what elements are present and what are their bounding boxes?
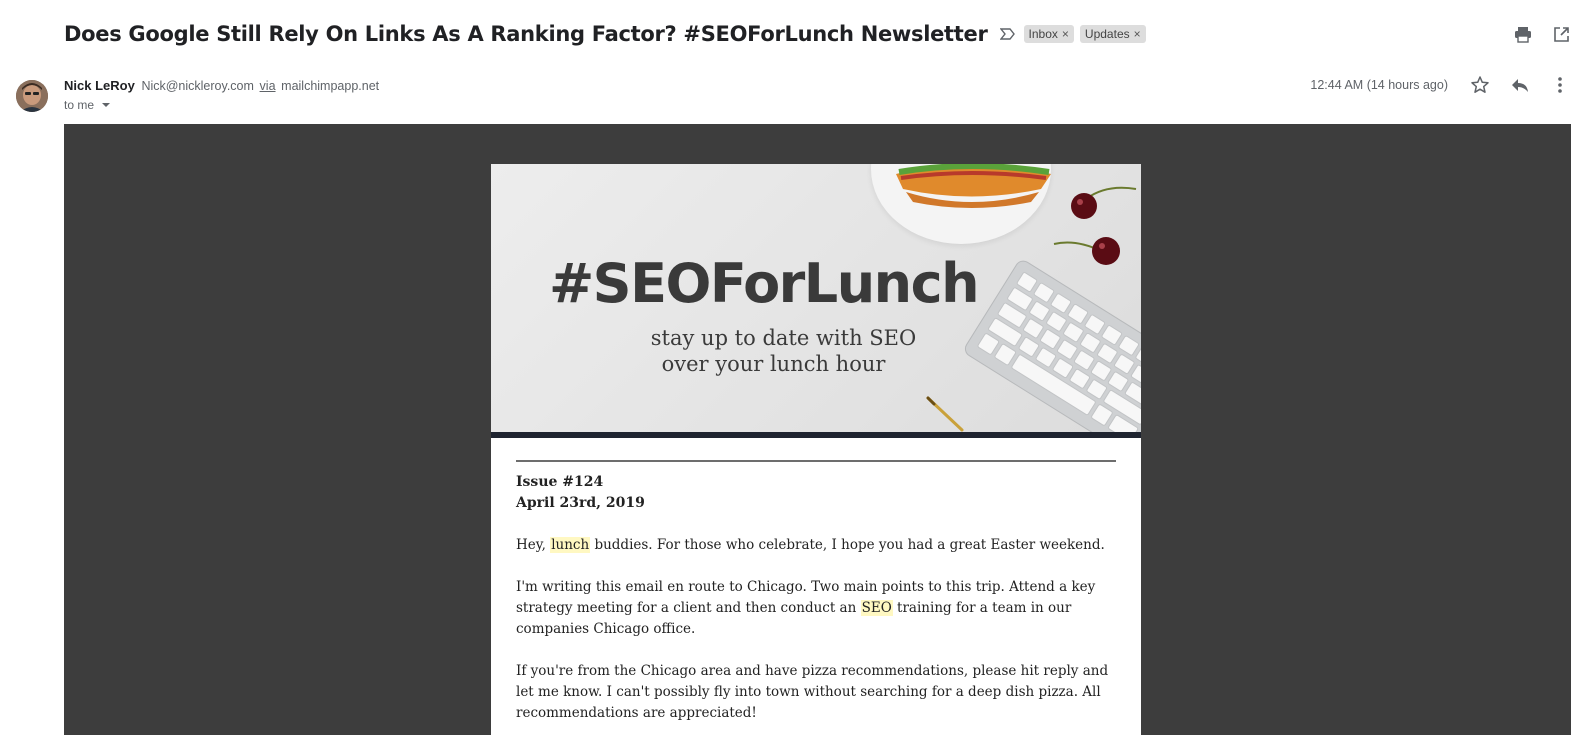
sandwich-illustration [896,164,1051,208]
reply-icon[interactable] [1509,74,1531,96]
sender-line: Nick LeRoy Nick@nickleroy.com via mailch… [64,78,379,93]
subject-row: Does Google Still Rely On Links As A Ran… [64,18,1146,50]
email-body: #SEOForLunch stay up to date with SEO ov… [64,124,1571,735]
label-chip-text: Updates [1084,27,1130,41]
message-actions [1469,74,1571,96]
open-in-new-window-icon[interactable] [1551,24,1571,44]
banner-title: #SEOForLunch [548,252,980,315]
banner-subtitle-line2: over your lunch hour [661,352,886,376]
label-chip-updates[interactable]: Updates × [1079,25,1146,43]
sender-name[interactable]: Nick LeRoy [64,78,135,93]
newsletter-banner[interactable]: #SEOForLunch stay up to date with SEO ov… [491,164,1141,432]
more-vert-icon[interactable] [1549,74,1571,96]
text-span: buddies. For those who celebrate, I hope… [590,537,1105,553]
message-timestamp: 12:44 AM (14 hours ago) [1310,78,1448,92]
print-icon[interactable] [1513,24,1533,44]
label-chip-text: Inbox [1028,27,1058,41]
remove-label-icon[interactable]: × [1062,27,1069,41]
chevron-down-icon [102,103,111,107]
newsletter-container: #SEOForLunch stay up to date with SEO ov… [491,164,1141,735]
newsletter-content: Issue #124 April 23rd, 2019 Hey, lunch b… [491,438,1141,724]
sender-avatar[interactable] [16,80,48,112]
search-highlight: SEO [860,600,893,616]
via-link[interactable]: via [260,79,276,93]
pen-illustration [926,396,964,432]
recipient-details-toggle[interactable]: to me [64,98,111,112]
search-highlight: lunch [550,537,591,553]
content-divider [516,460,1116,462]
paragraph-trip: I'm writing this email en route to Chica… [516,577,1116,640]
sender-email: Nick@nickleroy.com [141,79,254,93]
recipient-label: to me [64,98,95,112]
issue-date: April 23rd, 2019 [516,495,645,511]
thread-actions [1513,24,1571,44]
star-icon[interactable] [1469,74,1491,96]
issue-number: Issue #124 [516,474,604,490]
paragraph-greeting: Hey, lunch buddies. For those who celebr… [516,535,1116,556]
importance-marker-icon[interactable] [999,27,1018,41]
via-domain: mailchimpapp.net [281,79,380,93]
email-subject: Does Google Still Rely On Links As A Ran… [64,22,988,46]
label-chip-inbox[interactable]: Inbox × [1023,25,1074,43]
banner-subtitle-line1: stay up to date with SEO [650,326,917,350]
text-span: Hey, [516,537,551,553]
remove-label-icon[interactable]: × [1134,27,1141,41]
paragraph-pizza: If you're from the Chicago area and have… [516,663,1109,721]
